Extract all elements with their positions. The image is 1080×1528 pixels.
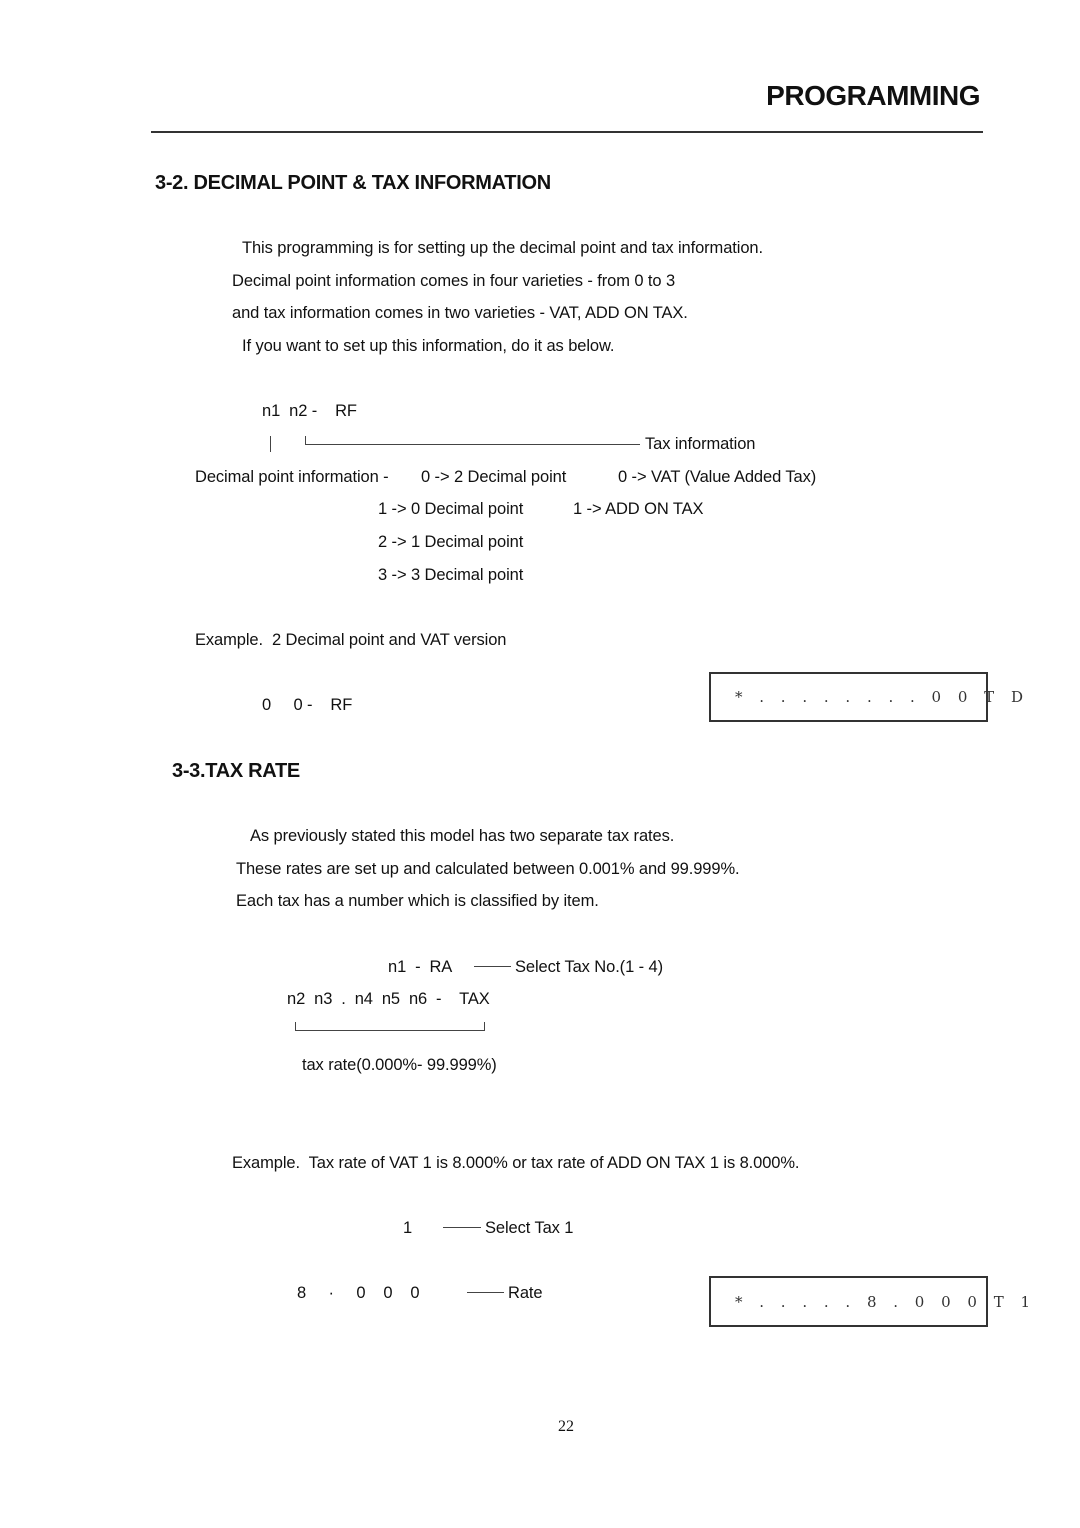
key-sequence-decimal: n1 n2 - RF	[262, 402, 357, 420]
page-number: 22	[558, 1418, 574, 1435]
tax-option: 0 -> VAT (Value Added Tax)	[618, 468, 817, 486]
connector-horizontal	[467, 1292, 504, 1293]
decimal-point-label: Decimal point information -	[195, 468, 389, 486]
paragraph-line: If you want to set up this information, …	[242, 337, 615, 355]
connector-horizontal	[443, 1227, 481, 1228]
decimal-option: 2 -> 1 Decimal point	[378, 533, 524, 551]
example-key-sequence: 0 0 - RF	[262, 696, 353, 714]
tax-rate-range-label: tax rate(0.000%- 99.999%)	[302, 1056, 497, 1074]
decimal-option: 3 -> 3 Decimal point	[378, 566, 524, 584]
example-select-key: 1	[403, 1219, 413, 1237]
connector-bracket	[295, 1030, 484, 1031]
connector-horizontal	[305, 444, 640, 445]
decimal-option: 1 -> 0 Decimal point	[378, 500, 524, 518]
paragraph-line: These rates are set up and calculated be…	[236, 860, 740, 878]
example-caption: Example. 2 Decimal point and VAT version	[195, 631, 507, 649]
example-rate-label: Rate	[508, 1284, 543, 1302]
section-heading-tax-rate: 3-3.TAX RATE	[172, 760, 300, 782]
header-divider	[151, 131, 983, 133]
connector-vertical	[484, 1022, 485, 1031]
select-tax-label: Select Tax No.(1 - 4)	[515, 958, 663, 976]
select-tax-key-sequence: n1 - RA	[388, 958, 453, 976]
tax-rate-key-sequence: n2 n3 . n4 n5 n6 - TAX	[287, 990, 490, 1008]
connector-vertical	[270, 436, 271, 452]
tax-information-label: Tax information	[645, 435, 756, 453]
paragraph-line: and tax information comes in two varieti…	[232, 304, 688, 322]
paragraph-line: Each tax has a number which is classifie…	[236, 892, 599, 910]
section-heading-decimal-tax: 3-2. DECIMAL POINT & TAX INFORMATION	[155, 172, 551, 194]
tax-option: 1 -> ADD ON TAX	[573, 500, 704, 518]
paragraph-line: As previously stated this model has two …	[250, 827, 675, 845]
paragraph-line: Decimal point information comes in four …	[232, 272, 676, 290]
lcd-display-example: * . . . . . . . . 0 0 T D	[709, 672, 1023, 722]
example-rate-keys: 8 · 0 0 0	[297, 1284, 420, 1302]
example-select-label: Select Tax 1	[485, 1219, 574, 1237]
decimal-option: 0 -> 2 Decimal point	[421, 468, 567, 486]
paragraph-line: This programming is for setting up the d…	[242, 239, 763, 257]
lcd-display-tax-rate: * . . . . . 8 . 0 0 0 T 1	[709, 1276, 1030, 1327]
example-caption: Example. Tax rate of VAT 1 is 8.000% or …	[232, 1154, 800, 1172]
page-header-title: PROGRAMMING	[766, 80, 980, 111]
connector-horizontal	[474, 966, 511, 967]
